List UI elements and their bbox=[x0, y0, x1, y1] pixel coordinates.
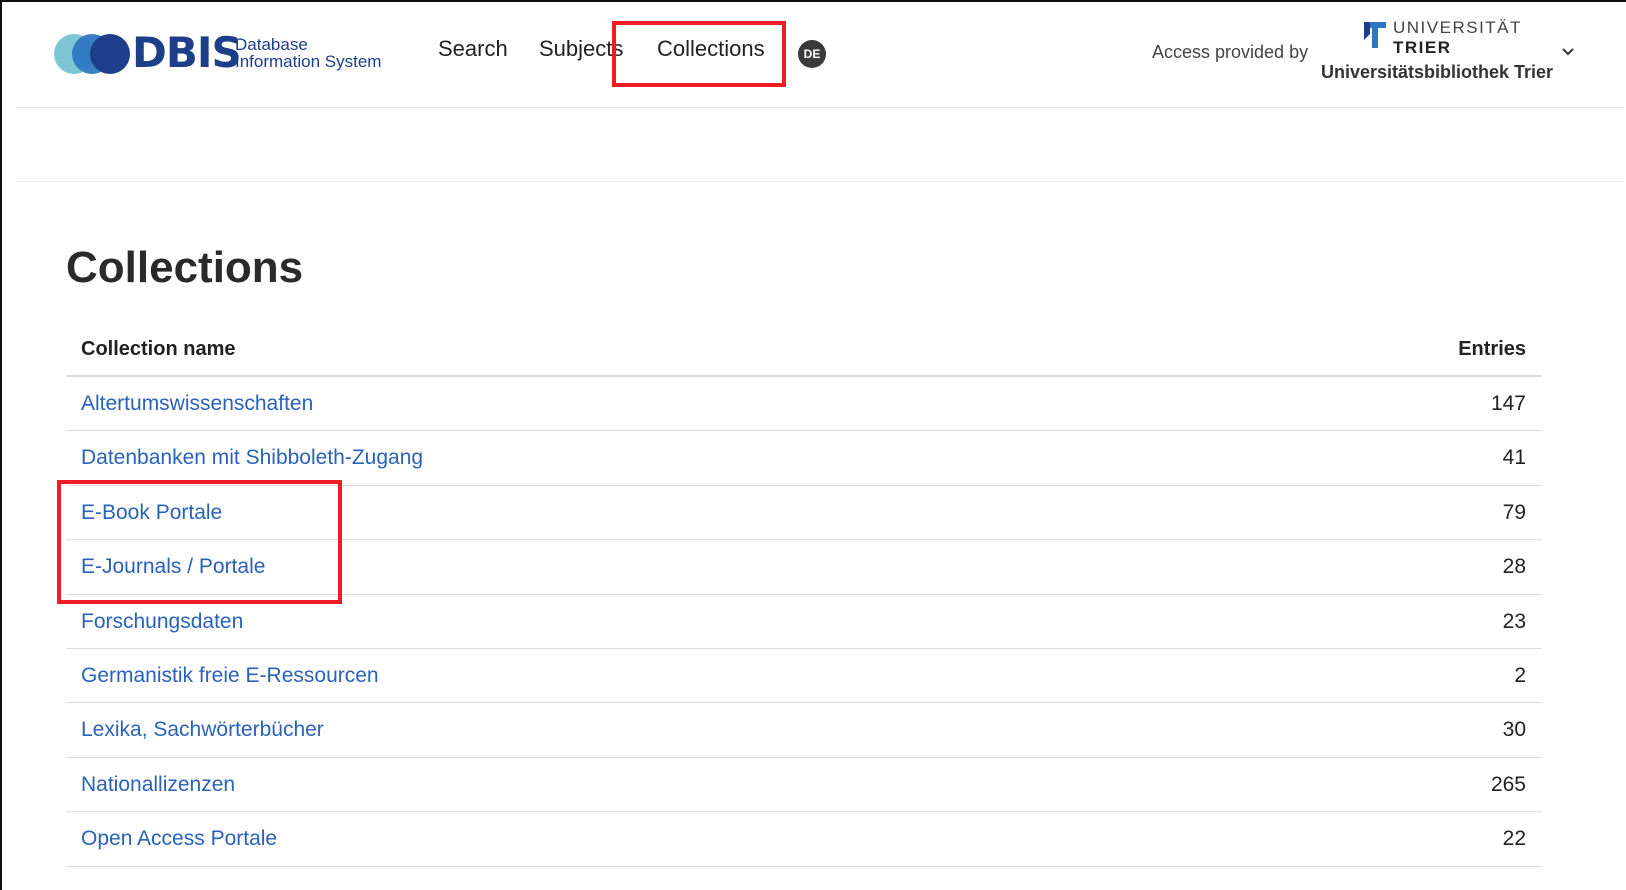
table-row: Open Access Portale 22 bbox=[66, 812, 1542, 867]
column-header-collection-name[interactable]: Collection name bbox=[81, 338, 235, 361]
table-row: Nationallizenzen 265 bbox=[66, 758, 1542, 813]
library-name[interactable]: Universitätsbibliothek Trier bbox=[1321, 62, 1553, 83]
language-toggle-button[interactable]: DE bbox=[798, 40, 826, 68]
entries-count: 30 bbox=[1502, 718, 1526, 742]
highlight-box-ebook-ejournal-rows bbox=[57, 480, 342, 604]
collection-link[interactable]: Altertumswissenschaften bbox=[81, 392, 313, 416]
entries-count: 79 bbox=[1502, 500, 1526, 524]
table-row: Lexika, Sachwörterbücher 30 bbox=[66, 703, 1542, 758]
collection-link[interactable]: Open Access Portale bbox=[81, 827, 277, 851]
logo-subtitle: Database Information System bbox=[235, 36, 381, 70]
page-title: Collections bbox=[66, 243, 304, 292]
nav-search[interactable]: Search bbox=[438, 36, 508, 62]
table-row: Germanistik freie E-Ressourcen 2 bbox=[66, 649, 1542, 704]
collection-link[interactable]: Germanistik freie E-Ressourcen bbox=[81, 664, 379, 688]
collection-link[interactable]: Forschungsdaten bbox=[81, 610, 243, 634]
university-name-line1: UNIVERSITÄT bbox=[1393, 18, 1522, 37]
table-row: Datenbanken mit Shibboleth-Zugang 41 bbox=[66, 431, 1542, 486]
collection-link[interactable]: Nationallizenzen bbox=[81, 773, 235, 797]
entries-count: 2 bbox=[1514, 663, 1526, 687]
entries-count: 22 bbox=[1502, 827, 1526, 851]
highlight-box-collections-nav bbox=[612, 21, 786, 87]
access-provided-label: Access provided by bbox=[1152, 42, 1309, 62]
entries-count: 41 bbox=[1502, 446, 1526, 470]
entries-count: 265 bbox=[1490, 772, 1526, 796]
entries-count: 147 bbox=[1490, 392, 1526, 415]
university-trier-logo-icon bbox=[1364, 22, 1386, 48]
column-header-entries[interactable]: Entries bbox=[1458, 338, 1526, 361]
dbis-logo[interactable]: DBIS Database Information System bbox=[54, 28, 394, 77]
entries-count: 23 bbox=[1502, 609, 1526, 633]
logo-subtitle-line2: Information System bbox=[235, 52, 382, 71]
logo-wordmark: DBIS bbox=[132, 28, 242, 77]
entries-count: 28 bbox=[1502, 555, 1526, 579]
table-row: Altertumswissenschaften 147 bbox=[66, 377, 1542, 432]
nav-subjects[interactable]: Subjects bbox=[539, 36, 623, 62]
university-name-line2: TRIER bbox=[1393, 38, 1452, 57]
chevron-down-icon[interactable] bbox=[1560, 44, 1576, 60]
collection-link[interactable]: Datenbanken mit Shibboleth-Zugang bbox=[81, 446, 423, 470]
site-header: DBIS Database Information System Search … bbox=[16, 6, 1624, 108]
logo-circles-icon bbox=[54, 34, 134, 74]
table-header: Collection name Entries bbox=[66, 322, 1542, 377]
logo-subtitle-line1: Database bbox=[235, 35, 308, 54]
collection-link[interactable]: Lexika, Sachwörterbücher bbox=[81, 718, 324, 742]
secondary-band bbox=[16, 108, 1624, 182]
